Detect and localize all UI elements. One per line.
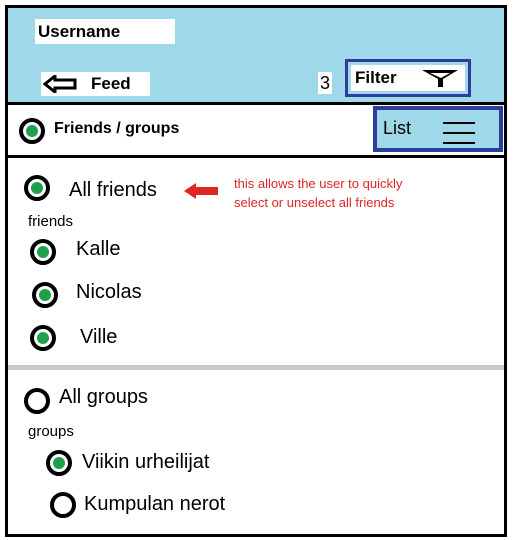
feed-label: Feed bbox=[91, 74, 131, 93]
group-label: Viikin urheilijat bbox=[82, 451, 210, 473]
app-frame: Username Feed 3 Filter Friends / groups … bbox=[5, 5, 507, 537]
all-friends-label: All friends bbox=[69, 179, 157, 201]
list-view-button[interactable]: List bbox=[373, 106, 503, 152]
radio-selected-icon[interactable] bbox=[19, 118, 45, 144]
group-label: Kumpulan nerot bbox=[84, 493, 226, 515]
friends-section-label: friends bbox=[28, 213, 74, 230]
friend-label: Nicolas bbox=[76, 281, 142, 303]
filter-count-badge: 3 bbox=[318, 72, 333, 94]
group-radio-viikin[interactable] bbox=[46, 450, 72, 476]
list-label: List bbox=[383, 118, 412, 138]
friend-radio-nicolas[interactable] bbox=[32, 282, 58, 308]
username-label: Username bbox=[35, 19, 175, 44]
filter-button[interactable]: Filter bbox=[345, 59, 471, 97]
header: Username Feed 3 Filter bbox=[8, 8, 504, 105]
all-groups-label: All groups bbox=[59, 386, 148, 408]
all-friends-radio[interactable] bbox=[24, 175, 50, 201]
back-arrow-icon bbox=[43, 75, 77, 93]
section-divider bbox=[8, 365, 504, 370]
red-arrow-icon bbox=[184, 183, 218, 199]
hamburger-menu-icon bbox=[443, 122, 475, 144]
friend-radio-kalle[interactable] bbox=[30, 239, 56, 265]
filter-label: Filter bbox=[355, 68, 397, 87]
annotation-note: this allows the user to quickly select o… bbox=[234, 176, 403, 210]
friend-label: Kalle bbox=[76, 238, 121, 260]
friends-groups-title: Friends / groups bbox=[54, 120, 180, 137]
feed-back-button[interactable]: Feed bbox=[41, 72, 150, 96]
friend-radio-ville[interactable] bbox=[30, 325, 56, 351]
all-groups-radio[interactable] bbox=[24, 388, 50, 414]
groups-section-label: groups bbox=[28, 423, 74, 440]
filter-button-inner: Filter bbox=[351, 65, 465, 91]
group-radio-kumpulan[interactable] bbox=[50, 492, 76, 518]
friend-label: Ville bbox=[80, 326, 118, 348]
filter-funnel-icon bbox=[422, 70, 458, 87]
friends-groups-bar: Friends / groups List bbox=[8, 105, 504, 158]
